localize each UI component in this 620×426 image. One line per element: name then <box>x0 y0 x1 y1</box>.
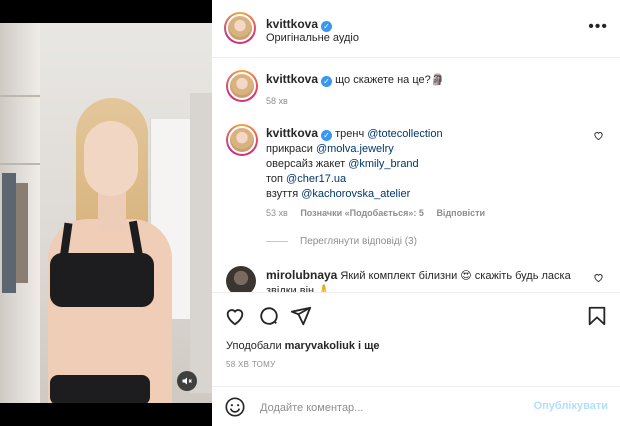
comments-list: kvittkova ✓ що скажете на це?🗿 58 хв kvit… <box>212 58 620 292</box>
mention-link[interactable]: @kachorovska_atelier <box>301 188 410 200</box>
person-face <box>84 121 138 196</box>
comment-username[interactable]: kvittkova <box>266 126 318 140</box>
post-media <box>0 0 212 426</box>
heart-icon[interactable] <box>224 305 246 327</box>
right-shelf <box>190 93 212 393</box>
muted-speaker-icon <box>182 377 192 385</box>
header-username[interactable]: kvittkova <box>266 17 318 31</box>
audio-label[interactable]: Оригінальне аудіо <box>266 32 359 44</box>
caption-line-text: тренч <box>335 128 368 140</box>
caption-line-text: оверсайз жакет <box>266 158 349 170</box>
comment-text: що скажете на це?🗿 <box>335 74 445 86</box>
comment-username[interactable]: mirolubnaya <box>266 268 337 282</box>
hanging-clothes <box>2 173 16 293</box>
avatar[interactable] <box>226 124 258 156</box>
shelf-divider <box>0 163 40 165</box>
video-player[interactable] <box>0 23 212 403</box>
comment-icon[interactable] <box>258 305 280 327</box>
avatar[interactable] <box>226 70 258 102</box>
person-neck <box>98 191 126 231</box>
post-header: kvittkova ✓ Оригінальне аудіо ••• <box>212 0 620 58</box>
likes-prefix: Уподобали <box>226 340 285 352</box>
black-bottom <box>50 375 150 403</box>
liker-username[interactable]: maryvakoliuk <box>285 340 355 352</box>
hanging-clothes <box>16 183 28 283</box>
avatar[interactable] <box>226 266 256 292</box>
publish-button[interactable]: Опублікувати <box>534 400 608 412</box>
verified-icon: ✓ <box>321 130 333 141</box>
verified-icon: ✓ <box>321 76 333 87</box>
black-top <box>50 253 154 307</box>
comment-text-continued: звідки він 🙏 <box>266 285 331 292</box>
verified-icon: ✓ <box>321 21 333 32</box>
comment-time: 58 хв <box>266 96 288 106</box>
comment-likes-count[interactable]: Позначки «Подобається»: 5 <box>300 208 424 218</box>
caption-line-text: прикраси <box>266 143 316 155</box>
post-time[interactable]: 58 ХВ ТОМУ <box>226 360 276 369</box>
mention-link[interactable]: @cher17.ua <box>286 173 346 185</box>
view-replies-button[interactable]: Переглянути відповіді (3) <box>266 236 417 247</box>
mention-link[interactable]: @totecollection <box>367 128 442 140</box>
comment-text: Який комплект білизни 😍 скажіть будь лас… <box>340 270 571 282</box>
comment-username[interactable]: kvittkova <box>266 72 318 86</box>
reply-button[interactable]: Відповісти <box>436 208 485 218</box>
bookmark-icon[interactable] <box>586 305 608 327</box>
post-panel: kvittkova ✓ Оригінальне аудіо ••• kvittko… <box>212 0 620 426</box>
mention-link[interactable]: @molva.jewelry <box>316 143 394 155</box>
more-options-icon[interactable]: ••• <box>588 18 608 36</box>
caption-line-text: взуття <box>266 188 302 200</box>
mute-button[interactable] <box>177 371 197 391</box>
caption-line-text: топ <box>266 173 287 185</box>
action-bar <box>212 292 620 338</box>
emoji-icon[interactable] <box>224 396 246 423</box>
comment-like-icon[interactable] <box>593 130 604 144</box>
share-icon[interactable] <box>290 305 312 327</box>
likes-summary: Уподобали maryvakoliuk і ще <box>226 340 380 352</box>
comment-like-icon[interactable] <box>593 272 604 286</box>
shelf-divider <box>0 95 40 97</box>
avatar[interactable] <box>224 12 256 44</box>
mention-link[interactable]: @kmily_brand <box>348 158 418 170</box>
likes-suffix: і ще <box>354 340 380 352</box>
comment-input[interactable] <box>258 397 532 419</box>
comment-time: 53 хв <box>266 208 288 218</box>
comment-composer: Опублікувати <box>212 386 620 426</box>
